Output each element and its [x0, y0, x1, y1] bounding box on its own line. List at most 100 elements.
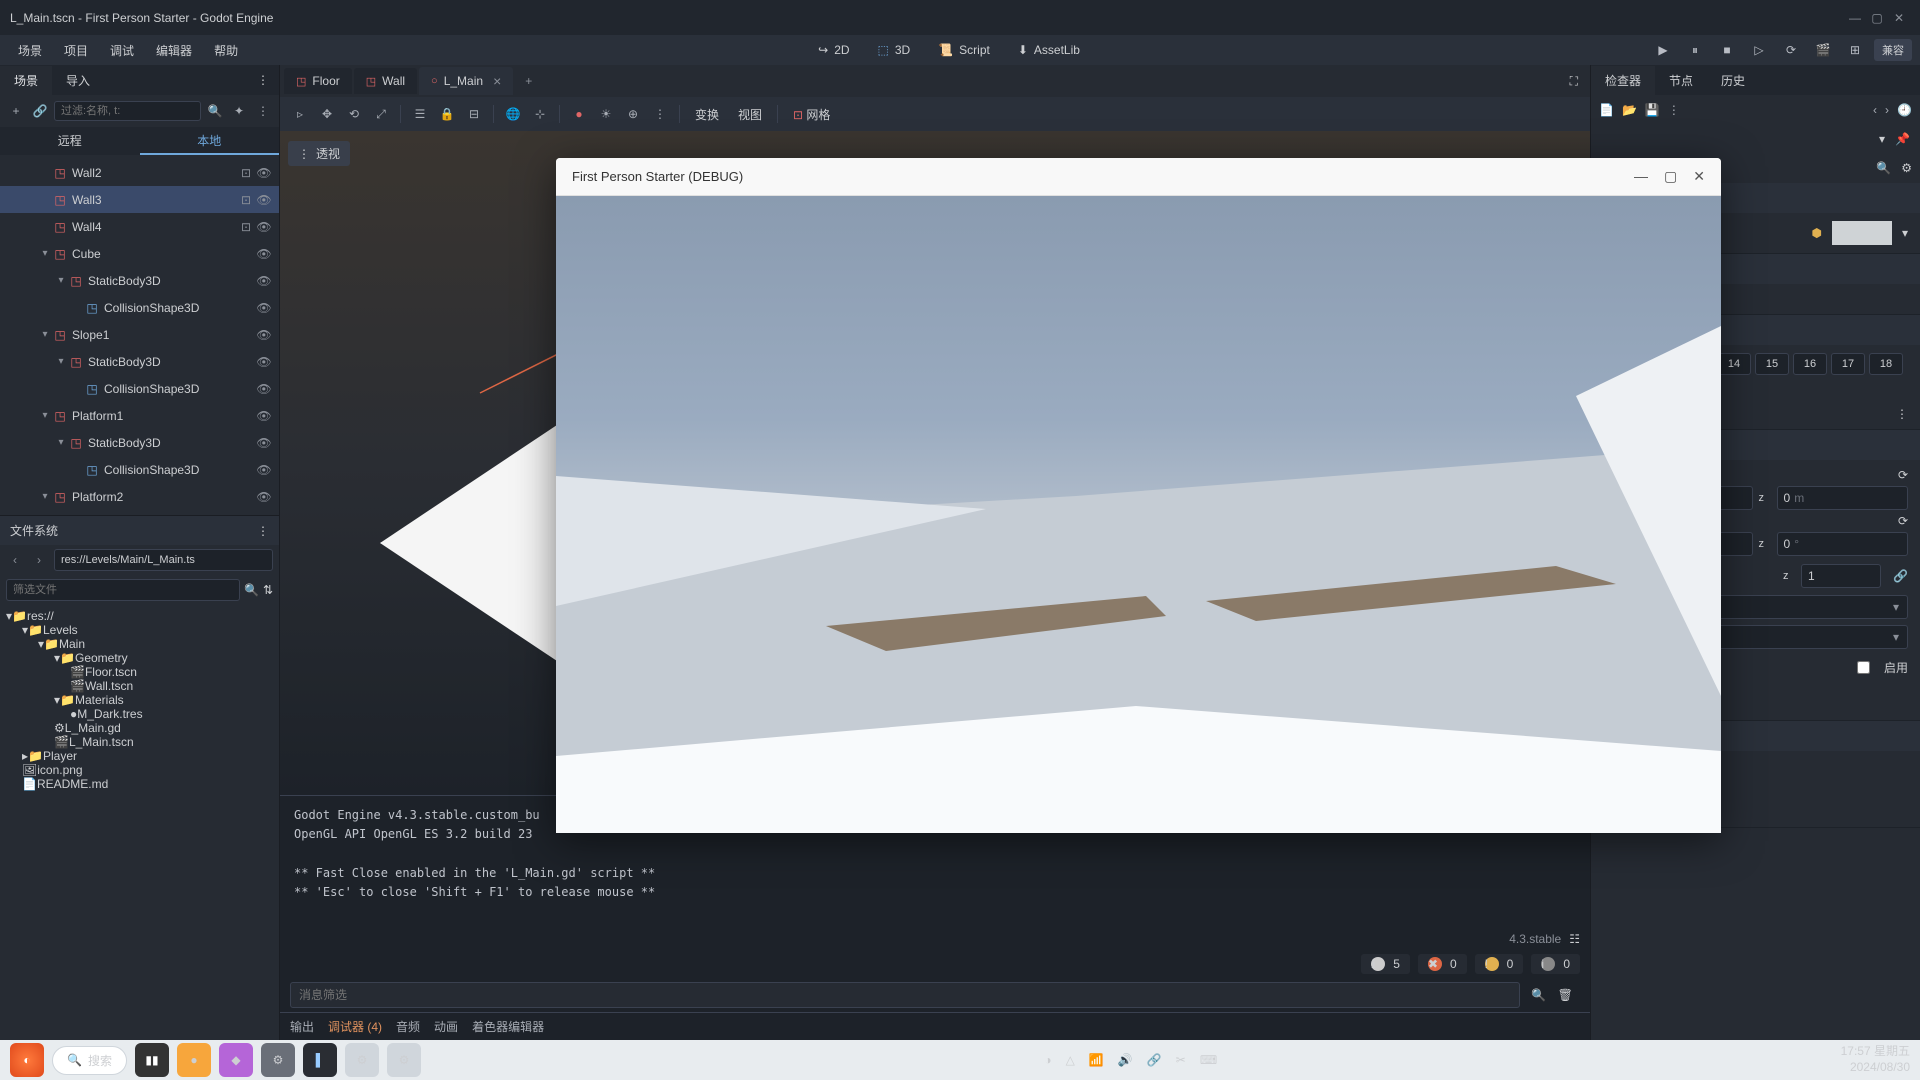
tray-icon-1[interactable]: ◑ — [1044, 1053, 1051, 1067]
debug-titlebar[interactable]: First Person Starter (DEBUG) — ▢ ✕ — [556, 158, 1721, 196]
console-filter-input[interactable] — [290, 982, 1520, 1008]
scene-node[interactable]: ▾◳Slope1👁 — [0, 321, 279, 348]
r-pin-icon[interactable]: 📌 — [1895, 132, 1910, 146]
close-button[interactable]: ✕ — [1888, 11, 1910, 25]
extra-icon[interactable]: ✦ — [229, 101, 249, 121]
add-node-icon[interactable]: + — [6, 101, 26, 121]
r-save-icon[interactable]: 💾 — [1645, 103, 1660, 117]
r-back-icon[interactable]: ‹ — [1873, 103, 1877, 117]
scene-tab[interactable]: ◳Floor — [284, 68, 352, 94]
stop-button[interactable]: ■ — [1714, 39, 1740, 61]
tab-close-icon[interactable]: × — [493, 73, 501, 89]
rtab-inspector[interactable]: 检查器 — [1591, 66, 1655, 95]
menu-debug[interactable]: 调试 — [100, 38, 144, 63]
r-dropdown-icon[interactable]: ▾ — [1879, 132, 1885, 146]
env-tool-icon[interactable]: ⊕ — [621, 102, 645, 126]
globe-tool-icon[interactable]: 🌐 — [501, 102, 525, 126]
pos-reset-icon[interactable]: ⟳ — [1898, 468, 1908, 482]
r-more-icon[interactable]: ⋮ — [1668, 103, 1680, 117]
rot-z-input[interactable]: 0° — [1777, 532, 1909, 556]
pos-z-input[interactable]: 0m — [1777, 486, 1909, 510]
taskbar-terminal[interactable]: ▌ — [303, 1043, 337, 1077]
layer-cell[interactable]: 17 — [1831, 353, 1865, 375]
taskbar-app4[interactable]: ⚙ — [261, 1043, 295, 1077]
maximize-button[interactable]: ▢ — [1866, 11, 1888, 25]
fs-node[interactable]: ▾📁Geometry — [0, 651, 279, 665]
scale-link-icon[interactable]: 🔗 — [1893, 569, 1908, 583]
more-tool-icon[interactable]: ⋮ — [648, 102, 672, 126]
toplevel-checkbox[interactable] — [1857, 661, 1870, 674]
scale-tool-icon[interactable]: ⤢ — [369, 102, 393, 126]
view-menu[interactable]: 视图 — [730, 106, 770, 123]
scene-tree[interactable]: ◳Wall2⊡👁◳Wall3⊡👁◳Wall4⊡👁▾◳Cube👁▾◳StaticB… — [0, 155, 279, 515]
tray-volume-icon[interactable]: 🔊 — [1118, 1053, 1133, 1067]
movie-button[interactable]: 🎬 — [1810, 39, 1836, 61]
fs-path[interactable]: res://Levels/Main/L_Main.ts — [54, 549, 273, 571]
fs-sort-icon[interactable]: ⇅ — [263, 583, 273, 597]
add-tab-icon[interactable]: + — [515, 68, 542, 94]
fs-node[interactable]: 🎬Floor.tscn — [0, 665, 279, 679]
sun-tool-icon[interactable]: ☀ — [594, 102, 618, 126]
fs-node[interactable]: ●M_Dark.tres — [0, 707, 279, 721]
fs-node[interactable]: 🎬L_Main.tscn — [0, 735, 279, 749]
taskbar-app6[interactable]: ⚙ — [387, 1043, 421, 1077]
scene-node[interactable]: ◳Wall3⊡👁 — [0, 186, 279, 213]
scene-node[interactable]: ▾◳StaticBody3D👁 — [0, 267, 279, 294]
fs-node[interactable]: ▾📁Materials — [0, 693, 279, 707]
layer-cell[interactable]: 18 — [1869, 353, 1903, 375]
stat-warn[interactable]: !0 — [1475, 954, 1524, 974]
tray-tool-icon[interactable]: ✂ — [1176, 1053, 1186, 1067]
pause-button[interactable]: ⏸ — [1682, 39, 1708, 61]
r-hist-icon[interactable]: 🕘 — [1897, 103, 1912, 117]
r-fwd-icon[interactable]: › — [1885, 103, 1889, 117]
menu-project[interactable]: 项目 — [54, 38, 98, 63]
expand-viewport-icon[interactable]: ⛶ — [1558, 74, 1590, 89]
tray-link-icon[interactable]: 🔗 — [1147, 1053, 1162, 1067]
menu-editor[interactable]: 编辑器 — [146, 38, 202, 63]
left-tab-more-icon[interactable]: ⋮ — [247, 73, 279, 87]
view-2d[interactable]: ↪ 2D — [810, 39, 857, 61]
rot-reset-icon[interactable]: ⟳ — [1898, 514, 1908, 528]
view-script[interactable]: 📜 Script — [930, 39, 998, 61]
renderer-mode[interactable]: 兼容 — [1874, 39, 1912, 61]
scale-z-input[interactable]: 1 — [1801, 564, 1881, 588]
contab-shader[interactable]: 着色器编辑器 — [472, 1018, 544, 1035]
lock-tool-icon[interactable]: 🔒 — [435, 102, 459, 126]
debug-min-icon[interactable]: — — [1634, 168, 1648, 185]
reload-button[interactable]: ⟳ — [1778, 39, 1804, 61]
subtab-local[interactable]: 本地 — [140, 127, 280, 155]
tray-icon-2[interactable]: △ — [1066, 1053, 1075, 1067]
fs-more-icon[interactable]: ⋮ — [257, 524, 269, 538]
fs-node[interactable]: 📄README.md — [0, 777, 279, 791]
scene-node[interactable]: ◳CollisionShape3D👁 — [0, 456, 279, 483]
fs-node[interactable]: ▾📁Main — [0, 637, 279, 651]
link-node-icon[interactable]: 🔗 — [30, 101, 50, 121]
fs-fwd-icon[interactable]: › — [30, 553, 48, 567]
select-tool-icon[interactable]: ▹ — [288, 102, 312, 126]
scene-node[interactable]: ◳Wall2⊡👁 — [0, 159, 279, 186]
transform-menu[interactable]: 变换 — [687, 106, 727, 123]
console-clear-icon[interactable]: 🗑 — [1558, 988, 1573, 1002]
left-tab-import[interactable]: 导入 — [52, 66, 104, 95]
layer-cell[interactable]: 14 — [1717, 353, 1751, 375]
rotate-tool-icon[interactable]: ⟲ — [342, 102, 366, 126]
minimize-button[interactable]: — — [1844, 11, 1866, 25]
fs-node[interactable]: ⚙L_Main.gd — [0, 721, 279, 735]
subtab-remote[interactable]: 远程 — [0, 127, 140, 155]
game-debug-window[interactable]: First Person Starter (DEBUG) — ▢ ✕ — [556, 158, 1721, 833]
scene-node[interactable]: ▾◳Platform2👁 — [0, 483, 279, 510]
r-open-icon[interactable]: 📂 — [1622, 103, 1637, 117]
r-settings-icon[interactable]: ⚙ — [1901, 161, 1912, 175]
scene-node[interactable]: ▾◳StaticBody3D👁 — [0, 429, 279, 456]
scene-tab[interactable]: ○L_Main× — [419, 67, 513, 95]
filesystem-tree[interactable]: ▾📁res://▾📁Levels▾📁Main▾📁Geometry🎬Floor.t… — [0, 605, 279, 1040]
fs-node[interactable]: ▾📁res:// — [0, 609, 279, 623]
taskbar-app5[interactable]: ⚙ — [345, 1043, 379, 1077]
taskbar-app3[interactable]: ◆ — [219, 1043, 253, 1077]
group-tool-icon[interactable]: ⊟ — [462, 102, 486, 126]
move-tool-icon[interactable]: ✥ — [315, 102, 339, 126]
scene-tab[interactable]: ◳Wall — [354, 68, 417, 94]
layout-icon[interactable]: ☷ — [1569, 932, 1580, 946]
fs-back-icon[interactable]: ‹ — [6, 553, 24, 567]
left-tab-scene[interactable]: 场景 — [0, 66, 52, 95]
